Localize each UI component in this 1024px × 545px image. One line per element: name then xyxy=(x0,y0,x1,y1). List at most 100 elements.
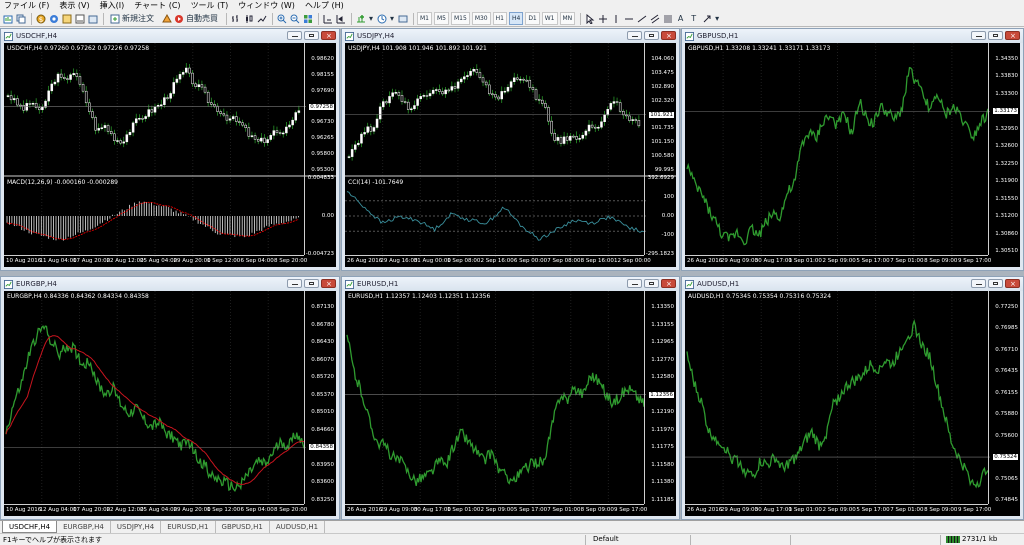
window-titlebar[interactable]: AUDUSD,H1 × xyxy=(682,277,1023,291)
close-button[interactable]: × xyxy=(661,31,676,40)
templates-icon[interactable] xyxy=(397,12,408,25)
restore-button[interactable] xyxy=(988,31,1003,40)
periods-icon[interactable] xyxy=(376,12,387,25)
cursor-icon[interactable] xyxy=(584,12,595,25)
navigator-icon[interactable] xyxy=(61,12,72,25)
tab-usdchf-h4[interactable]: USDCHF,H4 xyxy=(2,521,58,533)
horizontal-line-icon[interactable] xyxy=(623,12,634,25)
timeframe-h1[interactable]: H1 xyxy=(492,12,507,25)
timeframe-m5[interactable]: M5 xyxy=(434,12,449,25)
menu-file[interactable]: ファイル (F) xyxy=(4,0,49,11)
price-chart[interactable]: GBPUSD,H1 1.33208 1.33241 1.33171 1.3317… xyxy=(685,43,1020,267)
tile-windows-icon[interactable] xyxy=(302,12,313,25)
window-titlebar[interactable]: USDCHF,H4 × xyxy=(1,29,339,43)
dropdown-arrow-icon[interactable]: ▾ xyxy=(714,12,720,25)
restore-button[interactable] xyxy=(988,279,1003,288)
candlestick-icon[interactable] xyxy=(243,12,254,25)
price-chart[interactable]: USDJPY,H4 101.908 101.946 101.892 101.92… xyxy=(345,43,676,267)
dropdown-arrow-icon[interactable]: ▾ xyxy=(368,12,374,25)
auto-trading-button[interactable]: 自動売買 xyxy=(159,12,221,25)
window-titlebar[interactable]: GBPUSD,H1 × xyxy=(682,29,1023,43)
indicators-icon[interactable] xyxy=(355,12,366,25)
chart-window-eurgbp[interactable]: EURGBP,H4 × EURGBP,H4 0.84336 0.84362 0.84… xyxy=(0,276,340,520)
close-button[interactable]: × xyxy=(321,279,336,288)
price-chart[interactable]: EURGBP,H4 0.84336 0.84362 0.84334 0.8435… xyxy=(4,291,336,516)
chart-shift-icon[interactable] xyxy=(322,12,333,25)
minimize-button[interactable] xyxy=(287,31,302,40)
timeframe-w1[interactable]: W1 xyxy=(541,12,558,25)
time-axis[interactable]: 10 Aug 2016 12 Aug 04:00 17 Aug 20:00 22 Au… xyxy=(4,504,307,516)
menu-window[interactable]: ウィンドウ (W) xyxy=(238,0,295,11)
zoom-in-icon[interactable] xyxy=(276,12,287,25)
chart-window-usdchf[interactable]: USDCHF,H4 × USDCHF,H4 0.97260 0.97262 0.97… xyxy=(0,28,340,271)
vertical-line-icon[interactable] xyxy=(610,12,621,25)
window-titlebar[interactable]: USDJPY,H4 × xyxy=(342,29,679,43)
minimize-button[interactable] xyxy=(971,279,986,288)
menu-view[interactable]: 表示 (V) xyxy=(59,0,89,11)
time-axis[interactable]: 26 Aug 2016 29 Aug 09:00 30 Aug 17:00 1 Sep… xyxy=(685,504,991,516)
close-button[interactable]: × xyxy=(661,279,676,288)
terminal-icon[interactable] xyxy=(74,12,85,25)
menu-help[interactable]: ヘルプ (H) xyxy=(305,0,344,11)
tab-usdjpy-h4[interactable]: USDJPY,H4 xyxy=(111,521,162,533)
timeframe-d1[interactable]: D1 xyxy=(525,12,540,25)
minimize-button[interactable] xyxy=(627,31,642,40)
price-axis[interactable]: 1.13350 1.13155 1.12965 1.12770 1.12580 1.123… xyxy=(644,291,676,504)
new-chart-icon[interactable] xyxy=(2,12,13,25)
price-axis[interactable]: 0.98620 0.98155 0.97690 0.97258 0.96730 0.962… xyxy=(304,43,336,257)
chart-window-audusd[interactable]: AUDUSD,H1 × AUDUSD,H1 0.75345 0.75354 0.75… xyxy=(681,276,1024,520)
bar-chart-icon[interactable] xyxy=(230,12,241,25)
restore-button[interactable] xyxy=(304,279,319,288)
time-axis[interactable]: 26 Aug 2016 29 Aug 16:00 31 Aug 00:00 1 Sep… xyxy=(345,255,651,267)
timeframe-h4[interactable]: H4 xyxy=(508,12,524,25)
tab-eurusd-h1[interactable]: EURUSD,H1 xyxy=(161,521,216,533)
close-button[interactable]: × xyxy=(321,31,336,40)
price-axis[interactable]: 104.060 103.475 102.890 102.320 101.921 101.7… xyxy=(644,43,676,257)
timeframe-m15[interactable]: M15 xyxy=(451,12,470,25)
time-axis[interactable]: 26 Aug 2016 29 Aug 09:00 30 Aug 17:00 1 Sep… xyxy=(345,504,647,516)
minimize-button[interactable] xyxy=(971,31,986,40)
label-tool-icon[interactable]: T xyxy=(688,12,699,25)
zoom-out-icon[interactable] xyxy=(289,12,300,25)
trendline-icon[interactable] xyxy=(636,12,647,25)
price-chart[interactable]: USDCHF,H4 0.97260 0.97262 0.97226 0.9725… xyxy=(4,43,336,267)
price-axis[interactable]: 0.77250 0.76985 0.76710 0.76435 0.76155 0.758… xyxy=(988,291,1020,504)
arrows-tool-icon[interactable] xyxy=(701,12,712,25)
minimize-button[interactable] xyxy=(287,279,302,288)
tester-icon[interactable] xyxy=(87,12,98,25)
timeframe-mn[interactable]: MN xyxy=(559,12,576,25)
restore-button[interactable] xyxy=(644,31,659,40)
time-axis[interactable]: 10 Aug 2016 11 Aug 04:00 17 Aug 20:00 22 Au… xyxy=(4,255,307,267)
chart-window-gbpusd[interactable]: GBPUSD,H1 × GBPUSD,H1 1.33208 1.33241 1.33… xyxy=(681,28,1024,271)
restore-button[interactable] xyxy=(644,279,659,288)
close-button[interactable]: × xyxy=(1005,279,1020,288)
tab-eurgbp-h4[interactable]: EURGBP,H4 xyxy=(57,521,111,533)
tab-audusd-h1[interactable]: AUDUSD,H1 xyxy=(270,521,326,533)
line-chart-icon[interactable] xyxy=(256,12,267,25)
text-tool-icon[interactable]: A xyxy=(675,12,686,25)
close-button[interactable]: × xyxy=(1005,31,1020,40)
channel-icon[interactable] xyxy=(649,12,660,25)
timeframe-m30[interactable]: M30 xyxy=(471,12,491,25)
timeframe-m1[interactable]: M1 xyxy=(417,12,432,25)
time-axis[interactable]: 26 Aug 2016 29 Aug 09:00 30 Aug 17:00 1 Sep… xyxy=(685,255,991,267)
new-order-button[interactable]: 新規注文 xyxy=(107,12,157,25)
dropdown-arrow-icon[interactable]: ▾ xyxy=(389,12,395,25)
menu-insert[interactable]: 挿入(I) xyxy=(100,0,125,11)
minimize-button[interactable] xyxy=(627,279,642,288)
window-titlebar[interactable]: EURUSD,H1 × xyxy=(342,277,679,291)
restore-button[interactable] xyxy=(304,31,319,40)
chart-window-usdjpy[interactable]: USDJPY,H4 × USDJPY,H4 101.908 101.946 101.… xyxy=(341,28,680,271)
price-chart[interactable]: EURUSD,H1 1.12357 1.12403 1.12351 1.1235… xyxy=(345,291,676,516)
fibonacci-icon[interactable] xyxy=(662,12,673,25)
window-titlebar[interactable]: EURGBP,H4 × xyxy=(1,277,339,291)
data-window-icon[interactable] xyxy=(48,12,59,25)
menu-tools[interactable]: ツール (T) xyxy=(191,0,229,11)
menu-chart[interactable]: チャート (C) xyxy=(134,0,180,11)
crosshair-icon[interactable] xyxy=(597,12,608,25)
price-chart[interactable]: AUDUSD,H1 0.75345 0.75354 0.75316 0.7532… xyxy=(685,291,1020,516)
tab-gbpusd-h1[interactable]: GBPUSD,H1 xyxy=(216,521,270,533)
price-axis[interactable]: 1.34350 1.33830 1.33300 1.33173 1.32950 1.326… xyxy=(988,43,1020,255)
market-watch-icon[interactable]: $ xyxy=(35,12,46,25)
profiles-icon[interactable] xyxy=(15,12,26,25)
